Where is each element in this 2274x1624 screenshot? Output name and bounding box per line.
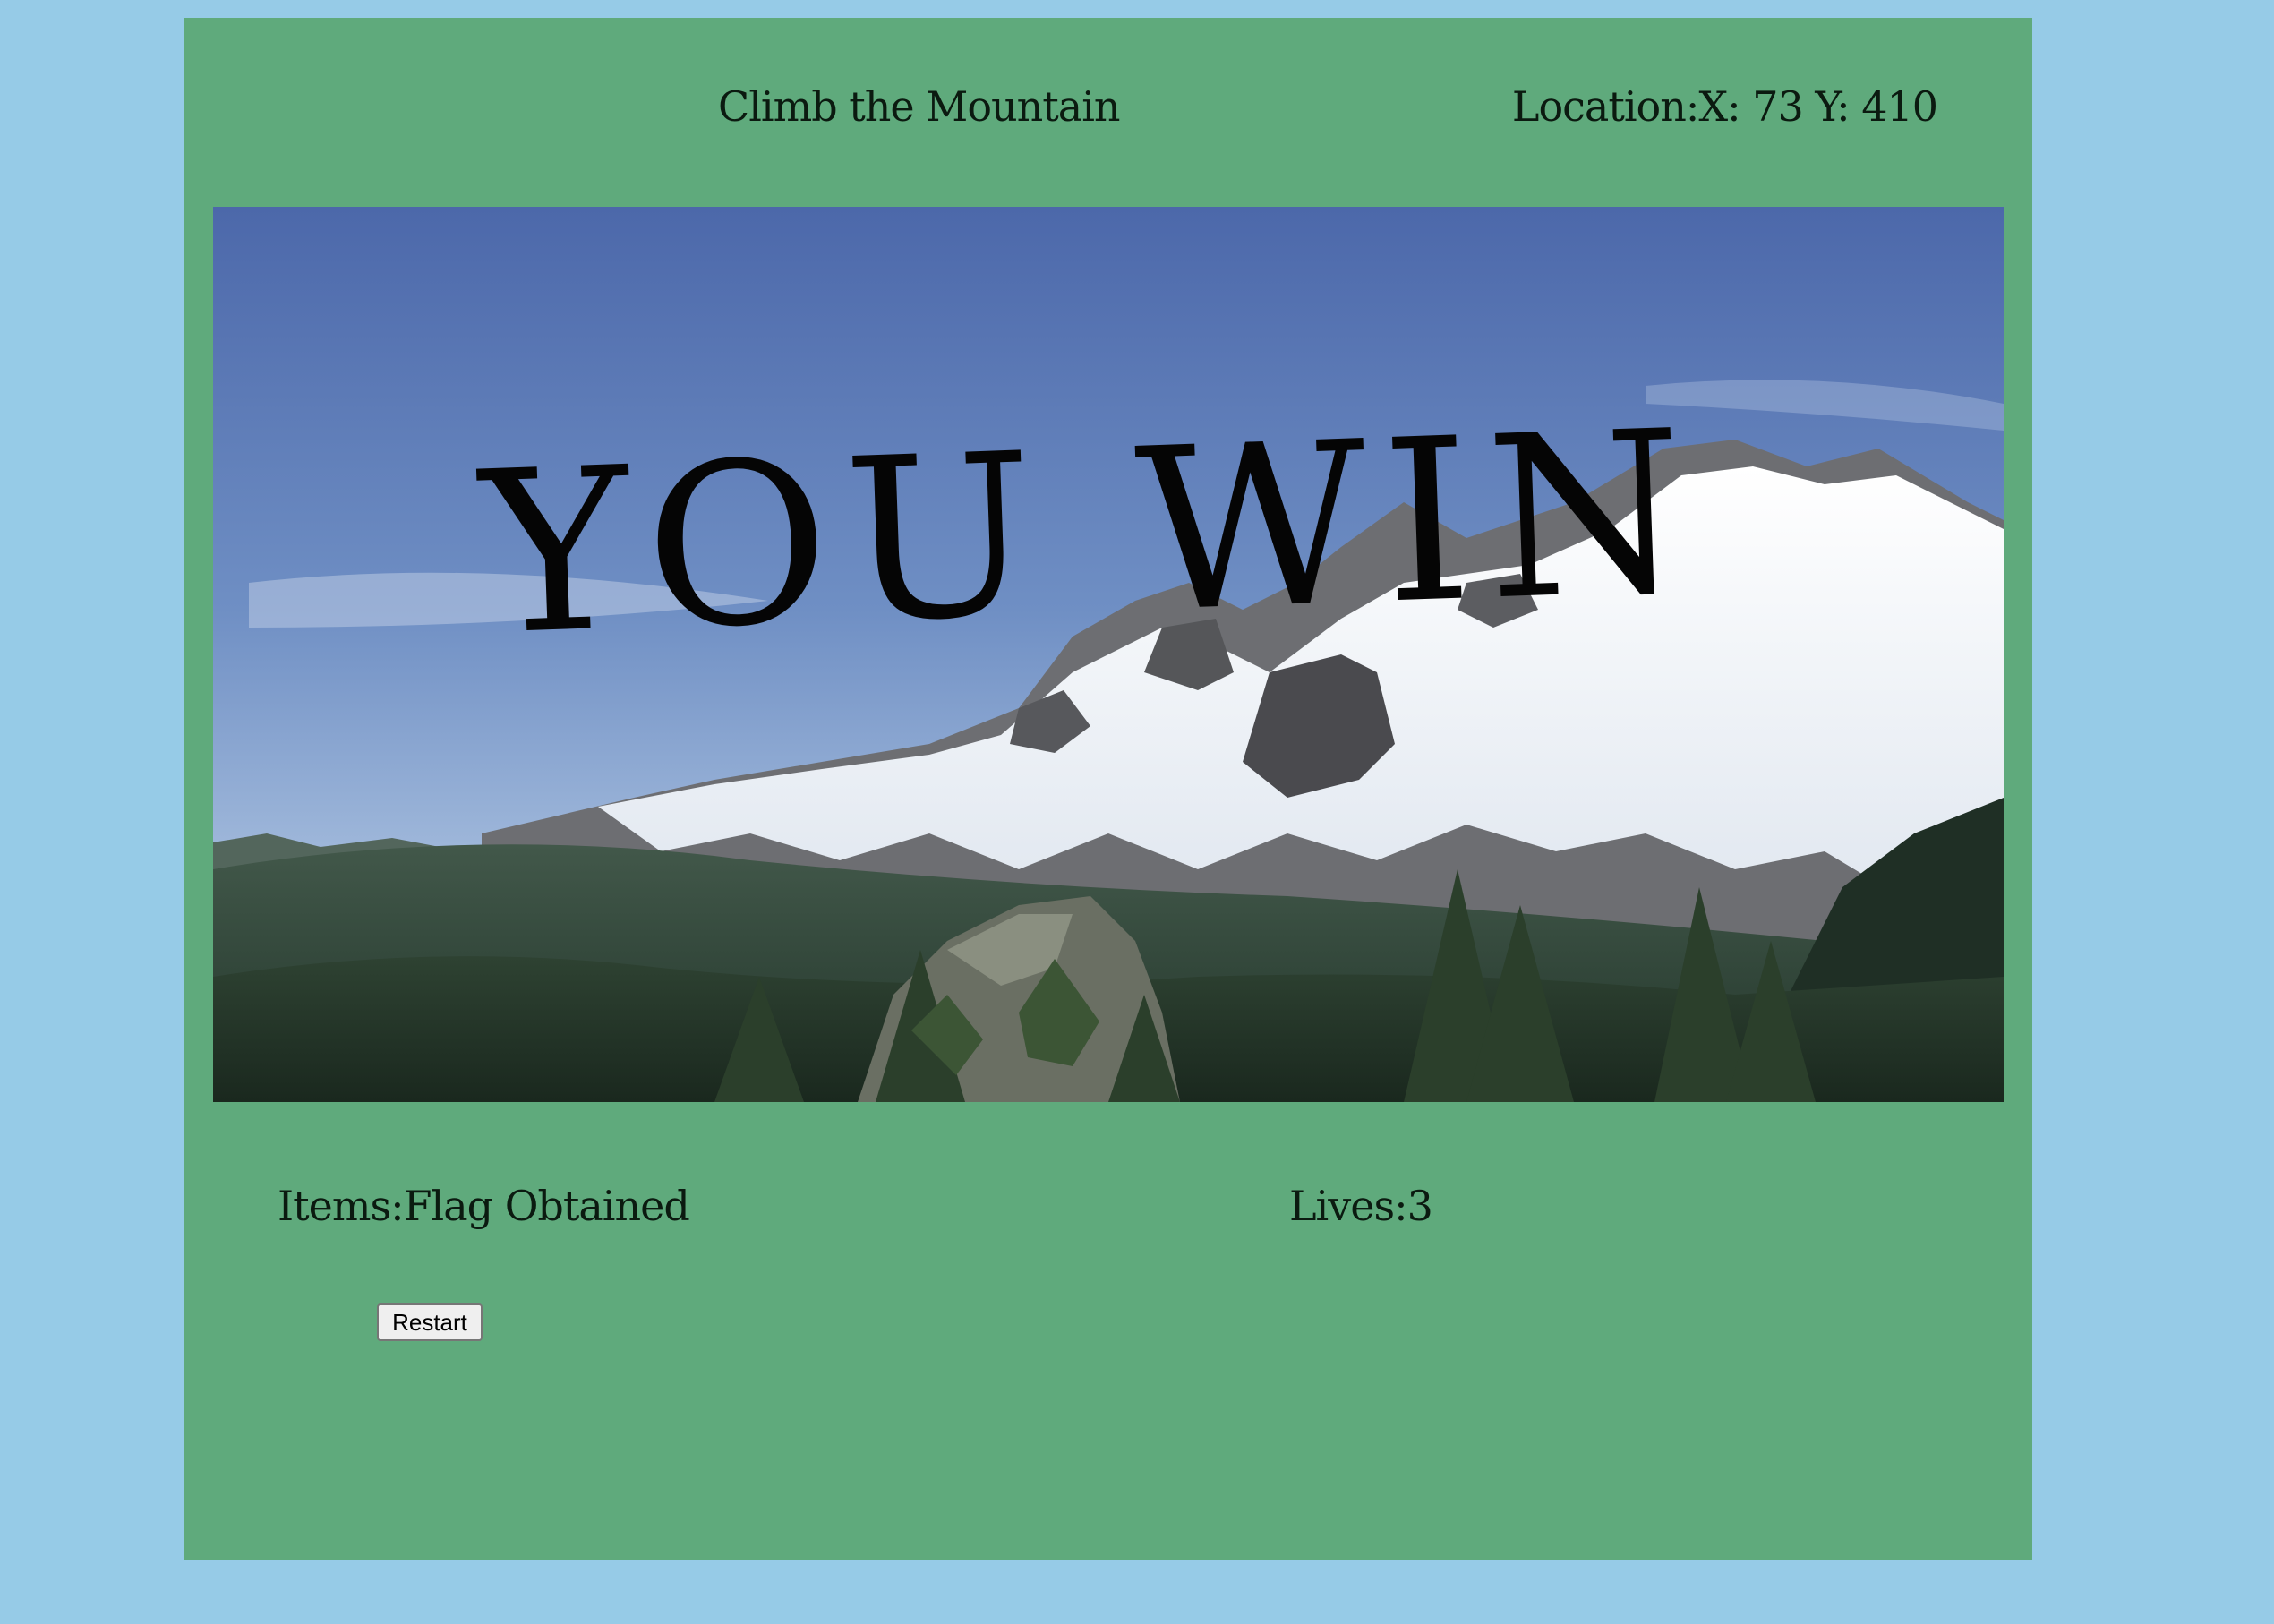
game-container: Climb the Mountain Location:X: 73 Y: 410 — [184, 18, 2032, 1560]
items-status: Items:Flag Obtained — [278, 1182, 690, 1230]
game-scene: YOU WIN — [213, 207, 2004, 1102]
location-readout: Location:X: 73 Y: 410 — [1511, 82, 1938, 131]
game-title: Climb the Mountain — [718, 82, 1121, 131]
restart-button[interactable]: Restart — [377, 1303, 483, 1341]
lives-counter: Lives:3 — [1289, 1182, 1433, 1230]
